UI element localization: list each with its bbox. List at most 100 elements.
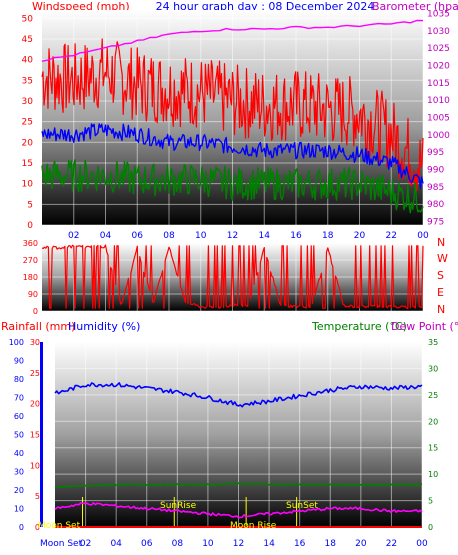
direction-tick-label: 360: [23, 239, 38, 248]
windspeed-tick-label: 10: [22, 180, 34, 190]
rainfall-tick-label: 70: [14, 394, 24, 403]
hour-tick-label: 16: [290, 231, 302, 241]
barometer-tick-label: 1020: [427, 61, 450, 71]
barometer-tick-label: 1010: [427, 96, 450, 106]
hour-tick-label: 04: [110, 539, 122, 549]
windspeed-tick-labels: 0 5 10 15 20 25 30 35 40 45 50: [22, 14, 34, 231]
humidity-tick-labels: 051015202530: [30, 338, 40, 532]
windspeed-tick-label: 15: [22, 159, 33, 169]
direction-tick-label: 180: [23, 273, 38, 282]
temperature-tick-label: 35: [428, 338, 438, 347]
temperature-tick-label: 5: [428, 497, 433, 506]
moonrise-label: Moon Rise: [230, 521, 277, 531]
rainfall-tick-labels: 0 10 20 30 40 50 60 70 80 90 100: [9, 338, 24, 532]
hour-tick-label: 08: [163, 231, 175, 241]
barometer-tick-label: 995: [427, 148, 444, 158]
direction-tick-label: 270: [23, 256, 38, 265]
hour-tick-label: 18: [322, 231, 334, 241]
hour-tick-label: 14: [259, 231, 271, 241]
barometer-tick-label: 1000: [427, 131, 450, 141]
barometer-tick-label: 1005: [427, 114, 450, 124]
temperature-tick-label: 20: [428, 417, 438, 426]
hour-tick-label: 10: [202, 539, 214, 549]
hour-tick-label: 04: [100, 231, 112, 241]
temperature-tick-label: 15: [428, 444, 438, 453]
hour-tick-label: 10: [195, 231, 207, 241]
humidity-axis-title: Humidity (%): [68, 320, 140, 333]
barometer-tick-label: 1035: [427, 9, 450, 19]
rainfall-tick-label: 90: [14, 357, 24, 366]
barometer-tick-label: 1030: [427, 27, 450, 37]
hour-tick-label: 20: [355, 539, 367, 549]
windspeed-tick-label: 50: [22, 14, 34, 24]
rainfall-tick-label: 10: [14, 505, 24, 514]
weather-graph: Windspeed (mph) 24 hour graph day : 08 D…: [1, 0, 458, 549]
compass-label: S: [437, 269, 444, 282]
rainfall-tick-label: 30: [14, 468, 24, 477]
hour-tick-label: 22: [386, 231, 397, 241]
barometer-tick-label: 1015: [427, 79, 450, 89]
windspeed-tick-label: 30: [22, 97, 34, 107]
moonset-label-inline: Moon Set: [38, 521, 81, 531]
compass-labels: NWSEN: [437, 236, 448, 316]
compass-label: N: [437, 303, 445, 316]
barometer-tick-label: 980: [427, 200, 444, 210]
rainfall-tick-label: 80: [14, 375, 24, 384]
humidity-tick-label: 5: [35, 492, 40, 501]
hour-tick-label: 08: [172, 539, 184, 549]
windspeed-tick-label: 20: [22, 138, 34, 148]
barometer-tick-label: 1025: [427, 44, 450, 54]
barometer-tick-labels: 975 980 985 990 995 1000 1005 1010 1015 1020 1025 1…: [427, 9, 450, 227]
sunset-label: SunSet: [286, 501, 318, 511]
sunrise-label: SunRise: [160, 501, 197, 511]
rainfall-tick-label: 0: [19, 523, 24, 532]
rainfall-tick-label: 20: [14, 486, 24, 495]
hour-tick-label: 22: [386, 539, 397, 549]
direction-tick-labels: 0 90 180 270 360: [23, 239, 38, 316]
windspeed-tick-label: 25: [22, 118, 33, 128]
compass-label: E: [437, 286, 444, 299]
hour-tick-label: 16: [294, 539, 306, 549]
temperature-tick-labels: 0 5 10 15 20 25 30 35: [428, 338, 438, 532]
rainfall-scale-bar: [40, 342, 43, 527]
hour-tick-label: 00: [416, 539, 428, 549]
rainfall-tick-label: 50: [14, 431, 24, 440]
humidity-tick-label: 15: [30, 431, 40, 440]
compass-label: W: [437, 252, 448, 265]
moonset-label: Moon Set: [40, 539, 83, 549]
hour-tick-label: 00: [417, 231, 429, 241]
hour-tick-label: 02: [68, 231, 79, 241]
windspeed-tick-label: 0: [27, 221, 33, 231]
windspeed-tick-label: 40: [22, 56, 34, 66]
rainfall-tick-label: 100: [9, 338, 24, 347]
barometer-tick-label: 985: [427, 183, 444, 193]
hour-tick-label: 14: [263, 539, 275, 549]
rainfall-tick-label: 40: [14, 449, 24, 458]
wind-panel-hour-labels: 02 04 06 08 10 12 14 16 18 20 22 00: [68, 231, 429, 241]
humidity-tick-label: 20: [30, 400, 40, 409]
barometer-tick-label: 990: [427, 166, 444, 176]
windspeed-tick-label: 45: [22, 35, 33, 45]
hour-tick-label: 12: [233, 539, 244, 549]
temperature-tick-label: 25: [428, 391, 438, 400]
humidity-tick-label: 25: [30, 369, 40, 378]
humidity-tick-label: 10: [30, 461, 40, 470]
rainfall-axis-title: Rainfall (mm): [1, 320, 75, 333]
hour-tick-label: 06: [141, 539, 153, 549]
hour-tick-label: 12: [227, 231, 238, 241]
temperature-tick-label: 30: [428, 364, 438, 373]
compass-label: N: [437, 236, 445, 249]
climate-panel-hour-labels: 02 04 06 08 10 12 14 16 18 20 22 00: [80, 539, 428, 549]
hour-tick-label: 06: [132, 231, 144, 241]
humidity-tick-label: 30: [30, 338, 40, 347]
windspeed-tick-label: 35: [22, 76, 33, 86]
dewpoint-axis-title: Dew Point (°C): [391, 320, 458, 333]
barometer-tick-label: 975: [427, 218, 444, 228]
hour-tick-label: 18: [325, 539, 337, 549]
hour-tick-label: 20: [354, 231, 366, 241]
windspeed-tick-label: 5: [27, 200, 33, 210]
temperature-tick-label: 10: [428, 470, 438, 479]
direction-tick-label: 0: [33, 307, 38, 316]
temperature-tick-label: 0: [428, 523, 433, 532]
rainfall-tick-label: 60: [14, 412, 24, 421]
